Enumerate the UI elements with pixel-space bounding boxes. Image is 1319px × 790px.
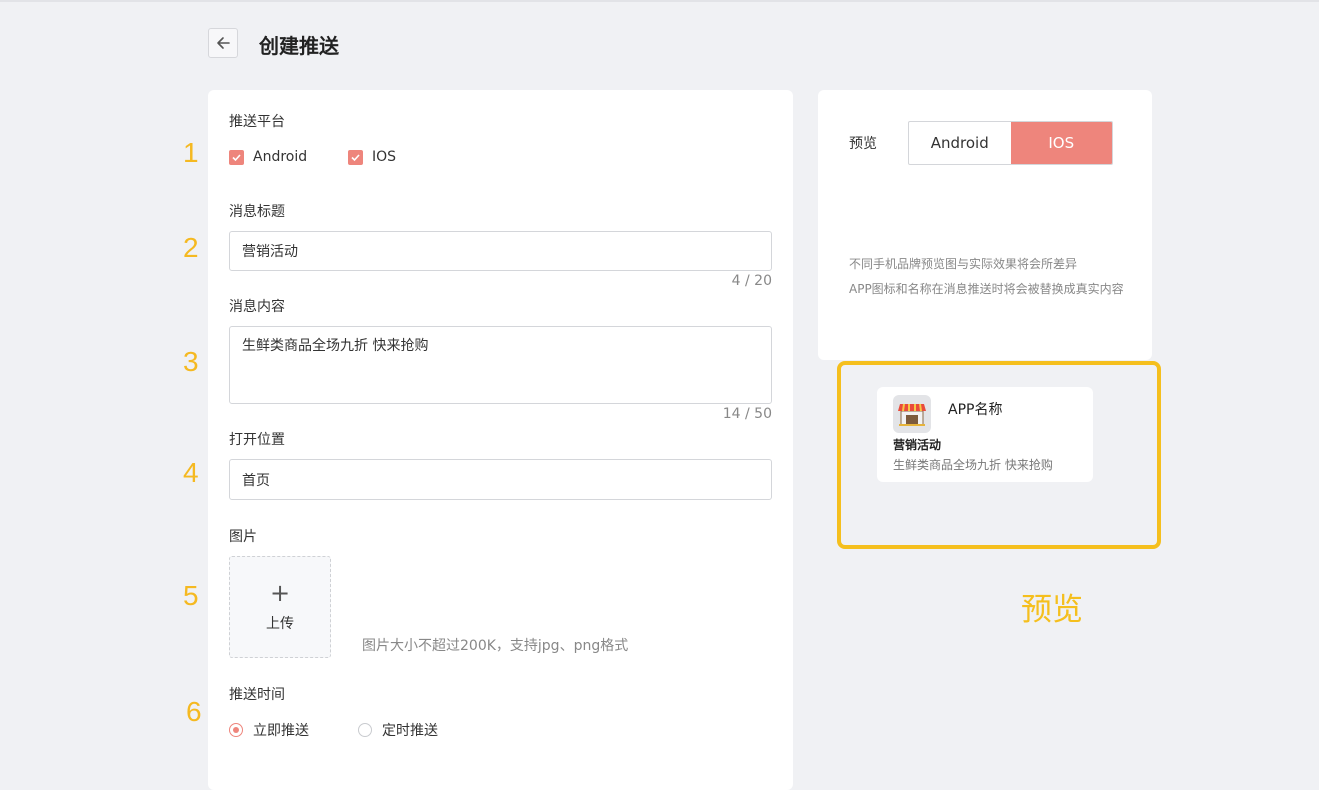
radio-unselected-icon xyxy=(358,723,372,737)
top-border xyxy=(0,0,1319,2)
tab-android[interactable]: Android xyxy=(909,122,1011,164)
radio-scheduled-label: 定时推送 xyxy=(382,723,438,739)
preview-note-2: APP图标和名称在消息推送时将会被替换成真实内容 xyxy=(849,282,1124,296)
upload-button[interactable]: + 上传 xyxy=(229,556,331,658)
step-number-6: 6 xyxy=(186,696,202,727)
store-icon xyxy=(893,395,931,433)
step-number-1: 1 xyxy=(183,137,199,168)
preview-annotation: 预览 xyxy=(1021,592,1083,628)
checkbox-ios[interactable]: IOS xyxy=(348,149,396,165)
title-label: 消息标题 xyxy=(229,204,285,220)
platform-label: 推送平台 xyxy=(229,114,285,130)
open-location-input[interactable]: 首页 xyxy=(229,459,772,500)
step-number-3: 3 xyxy=(183,346,199,377)
title-counter: 4 / 20 xyxy=(731,273,772,289)
back-button[interactable] xyxy=(208,28,238,58)
step-number-2: 2 xyxy=(183,232,199,263)
check-icon xyxy=(229,149,244,165)
upload-label: 上传 xyxy=(266,616,294,632)
preview-note-1: 不同手机品牌预览图与实际效果将会所差异 xyxy=(849,257,1078,271)
tab-ios[interactable]: IOS xyxy=(1010,122,1112,164)
checkbox-ios-label: IOS xyxy=(372,149,397,165)
plus-icon: + xyxy=(269,579,291,607)
title-input-value: 营销活动 xyxy=(242,244,298,260)
platform-toggle: Android IOS xyxy=(908,121,1113,165)
radio-immediate[interactable]: 立即推送 xyxy=(229,720,309,740)
content-counter: 14 / 50 xyxy=(722,406,772,422)
step-number-4: 4 xyxy=(183,457,199,488)
radio-scheduled[interactable]: 定时推送 xyxy=(358,720,438,740)
notification-body: 生鲜类商品全场九折 快来抢购 xyxy=(893,458,1053,472)
title-input[interactable]: 营销活动 xyxy=(229,231,772,271)
push-time-label: 推送时间 xyxy=(229,687,285,703)
radio-immediate-label: 立即推送 xyxy=(253,723,309,739)
content-label: 消息内容 xyxy=(229,299,285,315)
radio-selected-icon xyxy=(229,723,243,737)
checkbox-android[interactable]: Android xyxy=(229,149,307,165)
notification-app-name: APP名称 xyxy=(948,402,1003,418)
open-location-value: 首页 xyxy=(242,472,270,489)
arrow-left-icon xyxy=(217,37,230,49)
step-number-5: 5 xyxy=(183,580,199,611)
check-icon xyxy=(348,149,363,165)
content-textarea-value: 生鲜类商品全场九折 快来抢购 xyxy=(242,338,429,354)
form-card xyxy=(208,90,793,790)
preview-label: 预览 xyxy=(849,136,877,152)
content-textarea[interactable]: 生鲜类商品全场九折 快来抢购 xyxy=(229,326,772,404)
page-title: 创建推送 xyxy=(259,34,339,58)
image-label: 图片 xyxy=(229,529,257,545)
image-hint: 图片大小不超过200K，支持jpg、png格式 xyxy=(362,638,629,654)
checkbox-android-label: Android xyxy=(253,149,308,165)
notification-title: 营销活动 xyxy=(893,438,942,452)
open-location-label: 打开位置 xyxy=(229,432,285,448)
